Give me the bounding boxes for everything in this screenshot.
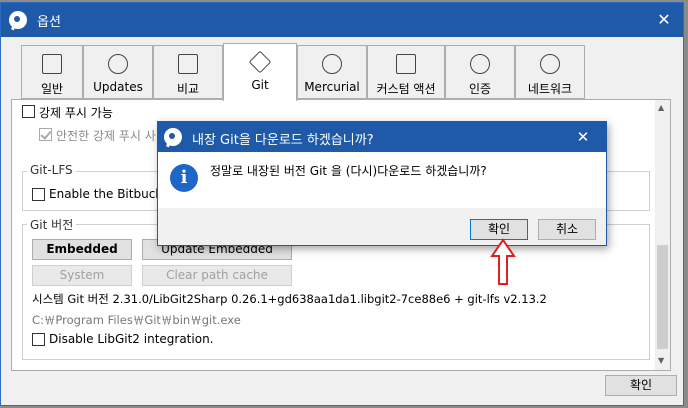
dialog-body: i 정말로 내장된 버전 Git 을 (다시)다운로드 하겠습니까?	[158, 152, 606, 208]
dialog-confirm-button[interactable]: 확인	[470, 219, 528, 240]
flowchart-icon	[396, 54, 416, 74]
enable-bitbucket-checkbox[interactable]	[32, 188, 45, 201]
ok-button[interactable]: 확인	[605, 375, 677, 396]
tab-general[interactable]: 일반	[21, 45, 83, 99]
tab-authentication[interactable]: 인증	[445, 45, 515, 99]
force-push-label: 강제 푸시 가능	[39, 106, 113, 120]
disable-libgit2-checkbox[interactable]	[32, 333, 45, 346]
git-lfs-group-title: Git-LFS	[27, 163, 76, 177]
git-version-group-title: Git 버전	[27, 216, 77, 233]
tab-compare[interactable]: 비교	[153, 45, 223, 99]
tab-label: Git	[251, 78, 269, 92]
user-icon	[470, 54, 490, 74]
disable-libgit2-label: Disable LibGit2 integration.	[49, 332, 214, 346]
scroll-up-arrow-icon[interactable]: ▲	[658, 103, 664, 112]
tab-label: 인증	[468, 82, 492, 96]
tab-label: 네트워크	[527, 82, 573, 96]
dialog-message: 정말로 내장된 버전 Git 을 (다시)다운로드 하겠습니까?	[210, 164, 487, 178]
dialog-cancel-button[interactable]: 취소	[538, 219, 596, 240]
enable-bitbucket-label: Enable the Bitbucket	[49, 187, 174, 201]
git-path-text: C:￦Program Files￦Git￦bin￦git.exe	[32, 313, 241, 327]
annotation-arrow-up-icon	[490, 238, 516, 285]
tab-label: Mercurial	[304, 80, 360, 94]
download-confirm-dialog: 내장 Git을 다운로드 하겠습니까? ✕ i 정말로 내장된 버전 Git 을…	[157, 121, 607, 246]
safe-force-push-checkbox[interactable]	[39, 128, 52, 141]
window-title: 옵션	[37, 15, 61, 30]
tab-custom-actions[interactable]: 커스텀 액션	[367, 45, 445, 99]
embedded-button[interactable]: Embedded	[32, 239, 132, 260]
tab-label: 일반	[40, 82, 64, 96]
force-push-checkbox[interactable]	[22, 105, 35, 118]
download-icon	[108, 54, 128, 74]
close-button[interactable]: ✕	[651, 8, 677, 32]
info-icon: i	[170, 164, 198, 192]
tab-updates[interactable]: Updates	[83, 45, 153, 99]
tab-label: 비교	[176, 82, 200, 96]
title-bar: 옵션 ✕	[1, 3, 683, 37]
dialog-title: 내장 Git을 다운로드 하겠습니까?	[192, 133, 374, 148]
dialog-close-button[interactable]: ✕	[570, 125, 596, 149]
tab-label: 커스텀 액션	[376, 82, 436, 96]
git-icon	[248, 50, 272, 74]
sourcetree-logo-icon	[164, 128, 182, 146]
globe-icon	[540, 54, 560, 74]
sourcetree-logo-icon	[9, 11, 27, 29]
system-button[interactable]: System	[32, 265, 132, 286]
scrollbar-thumb[interactable]	[657, 245, 668, 349]
mercurial-icon	[322, 54, 342, 74]
switch-icon	[42, 54, 62, 74]
dialog-title-bar: 내장 Git을 다운로드 하겠습니까? ✕	[158, 122, 606, 152]
compare-icon	[178, 54, 198, 74]
scroll-down-arrow-icon[interactable]: ▼	[658, 356, 664, 365]
clear-path-cache-button[interactable]: Clear path cache	[142, 265, 292, 286]
tab-git[interactable]: Git	[223, 43, 297, 101]
tab-mercurial[interactable]: Mercurial	[297, 45, 367, 99]
tab-network[interactable]: 네트워크	[515, 45, 585, 99]
system-git-version-text: 시스템 Git 버전 2.31.0/LibGit2Sharp 0.26.1+gd…	[32, 292, 547, 306]
safe-force-push-label: 안전한 강제 푸시 사	[56, 129, 156, 143]
tab-label: Updates	[93, 80, 143, 94]
